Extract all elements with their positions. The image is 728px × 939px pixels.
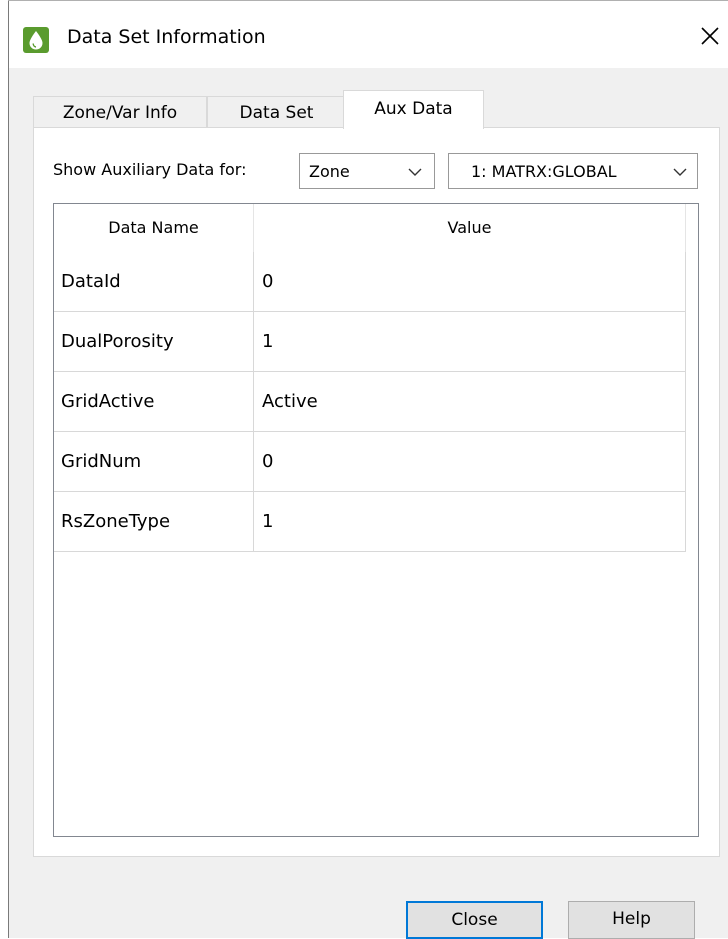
cell-data-name: GridActive: [54, 372, 254, 431]
cell-value[interactable]: 1: [254, 492, 686, 551]
title-bar: Data Set Information: [9, 6, 728, 68]
column-header-value[interactable]: Value: [254, 204, 686, 252]
tab-data-set[interactable]: Data Set: [207, 96, 346, 128]
aux-scope-select[interactable]: Zone: [299, 153, 435, 189]
table-row[interactable]: DualPorosity 1: [54, 312, 686, 372]
table-row[interactable]: DataId 0: [54, 252, 686, 312]
close-button[interactable]: Close: [406, 901, 543, 939]
column-header-data-name[interactable]: Data Name: [54, 204, 254, 252]
cell-value[interactable]: Active: [254, 372, 686, 431]
cell-data-name: DataId: [54, 252, 254, 311]
close-icon: [701, 27, 719, 45]
data-set-information-dialog: Data Set Information Zone/Var Info Data …: [0, 0, 728, 939]
cell-data-name: DualPorosity: [54, 312, 254, 371]
table-row[interactable]: RsZoneType 1: [54, 492, 686, 552]
aux-data-table: Data Name Value DataId 0 DualPorosity 1 …: [53, 203, 699, 837]
tab-zone-var-info[interactable]: Zone/Var Info: [33, 96, 207, 128]
tecplot-drop-icon: [23, 27, 49, 53]
zone-select[interactable]: 1: MATRX:GLOBAL: [448, 153, 698, 189]
window-title: Data Set Information: [67, 26, 266, 48]
cell-value[interactable]: 0: [254, 432, 686, 491]
window-top-border: [8, 0, 728, 1]
dialog-client-area: Zone/Var Info Data Set Aux Data Show Aux…: [9, 68, 728, 939]
chevron-down-icon: [673, 168, 687, 176]
show-aux-data-label: Show Auxiliary Data for:: [53, 160, 247, 179]
cell-value[interactable]: 1: [254, 312, 686, 371]
zone-select-value: 1: MATRX:GLOBAL: [471, 162, 617, 181]
cell-data-name: GridNum: [54, 432, 254, 491]
chevron-down-icon: [408, 168, 422, 176]
cell-value[interactable]: 0: [254, 252, 686, 311]
help-button[interactable]: Help: [568, 901, 695, 939]
table-row[interactable]: GridNum 0: [54, 432, 686, 492]
tab-aux-data[interactable]: Aux Data: [343, 90, 484, 129]
aux-scope-value: Zone: [309, 162, 350, 181]
close-window-button[interactable]: [695, 21, 725, 51]
cell-data-name: RsZoneType: [54, 492, 254, 551]
table-row[interactable]: GridActive Active: [54, 372, 686, 432]
